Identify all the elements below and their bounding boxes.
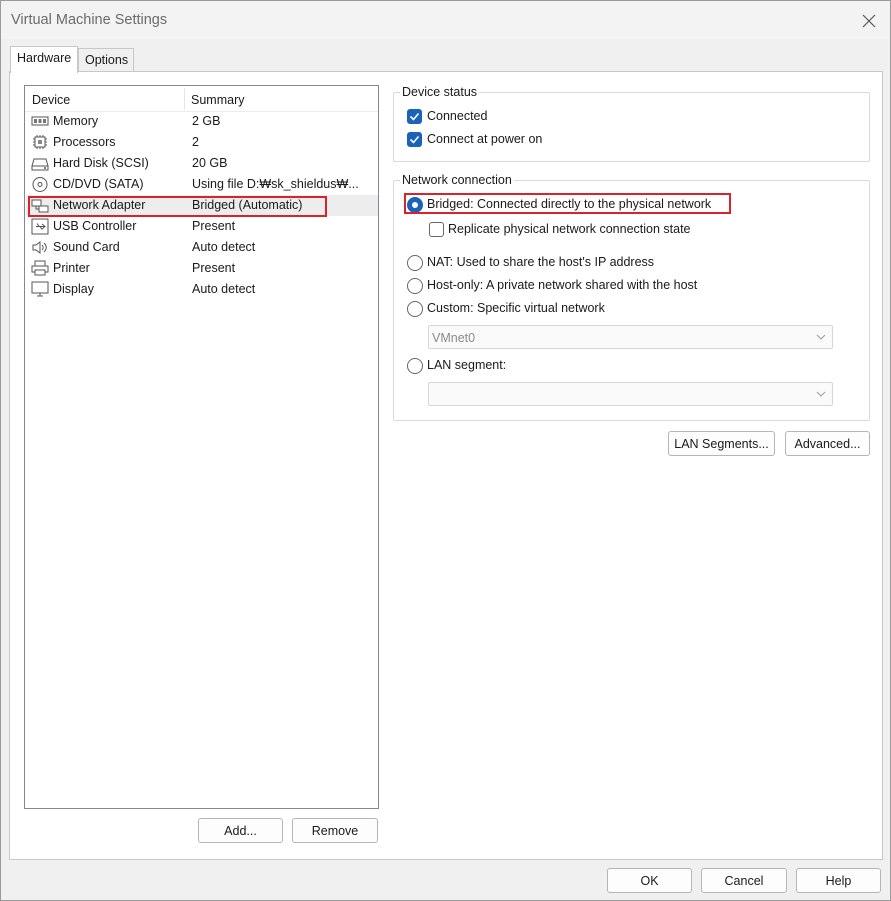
chevron-down-icon (816, 334, 826, 340)
connect-at-power-on-checkbox[interactable] (407, 132, 422, 147)
device-summary: Bridged (Automatic) (192, 198, 303, 212)
column-header-device[interactable]: Device (32, 93, 70, 107)
lan-segments-button[interactable]: LAN Segments... (668, 431, 775, 456)
device-summary: 20 GB (192, 156, 228, 170)
device-name: Printer (53, 261, 90, 275)
device-summary: Auto detect (192, 282, 256, 296)
network-adapter-icon (31, 199, 49, 213)
device-row-cd-dvd[interactable]: CD/DVD (SATA) Using file D:₩sk_shieldus₩… (26, 174, 378, 195)
cancel-button[interactable]: Cancel (701, 868, 787, 893)
usb-icon (31, 218, 49, 235)
device-row-network-adapter[interactable]: Network Adapter Bridged (Automatic) (26, 195, 378, 216)
checkmark-icon (409, 112, 420, 121)
device-row-printer[interactable]: Printer Present (26, 258, 378, 279)
device-status-title: Device status (400, 85, 480, 99)
host-only-label[interactable]: Host-only: A private network shared with… (427, 278, 697, 292)
help-button[interactable]: Help (796, 868, 881, 893)
network-connection-title: Network connection (400, 173, 514, 187)
title-bar: Virtual Machine Settings (1, 1, 890, 39)
speaker-icon (32, 241, 47, 254)
hard-disk-icon (31, 158, 49, 171)
replicate-checkbox[interactable] (429, 222, 444, 237)
nat-radio[interactable] (407, 255, 423, 271)
replicate-label[interactable]: Replicate physical network connection st… (448, 222, 691, 236)
display-icon (31, 281, 49, 297)
device-list[interactable]: Device Summary Memory 2 GB Processors 2 … (24, 85, 379, 809)
close-button[interactable] (858, 10, 880, 32)
device-name: Network Adapter (53, 198, 146, 212)
nat-label[interactable]: NAT: Used to share the host's IP address (427, 255, 654, 269)
vm-settings-window: Virtual Machine Settings Hardware Option… (0, 0, 891, 901)
device-summary: Present (192, 261, 236, 275)
device-name: USB Controller (53, 219, 137, 233)
bridged-label[interactable]: Bridged: Connected directly to the physi… (427, 197, 711, 211)
device-summary: Present (192, 219, 236, 233)
custom-label[interactable]: Custom: Specific virtual network (427, 301, 605, 315)
chevron-down-icon (816, 391, 826, 397)
bridged-radio[interactable] (407, 197, 423, 213)
device-name: Sound Card (53, 240, 120, 254)
column-separator[interactable] (184, 88, 185, 110)
device-row-processors[interactable]: Processors 2 (26, 132, 378, 153)
memory-icon (31, 116, 49, 126)
device-row-memory[interactable]: Memory 2 GB (26, 111, 378, 132)
device-name: Memory (53, 114, 99, 128)
device-status-group: Device status Connected Connect at power… (393, 85, 870, 162)
remove-button[interactable]: Remove (292, 818, 378, 843)
device-row-hard-disk[interactable]: Hard Disk (SCSI) 20 GB (26, 153, 378, 174)
connect-at-power-on-label[interactable]: Connect at power on (427, 132, 542, 146)
close-icon (862, 14, 876, 28)
column-header-summary[interactable]: Summary (191, 93, 244, 107)
connected-checkbox[interactable] (407, 109, 422, 124)
device-summary: 2 (192, 135, 199, 149)
device-summary: Auto detect (192, 240, 256, 254)
lan-segment-label[interactable]: LAN segment: (427, 358, 506, 372)
device-name: CD/DVD (SATA) (53, 177, 144, 191)
window-title: Virtual Machine Settings (11, 12, 168, 28)
connected-label[interactable]: Connected (427, 109, 487, 123)
add-button[interactable]: Add... (198, 818, 283, 843)
tab-hardware[interactable]: Hardware (10, 46, 78, 73)
checkmark-icon (409, 135, 420, 144)
device-row-sound-card[interactable]: Sound Card Auto detect (26, 237, 378, 258)
ok-button[interactable]: OK (607, 868, 692, 893)
network-connection-group: Network connection Bridged: Connected di… (393, 173, 870, 421)
processor-icon (33, 135, 47, 149)
list-header: Device Summary (25, 86, 378, 112)
device-row-display[interactable]: Display Auto detect (26, 279, 378, 300)
cd-dvd-icon (32, 177, 48, 192)
custom-network-dropdown[interactable]: VMnet0 (428, 325, 833, 349)
custom-radio[interactable] (407, 301, 423, 317)
device-name: Display (53, 282, 94, 296)
lan-segment-dropdown[interactable] (428, 382, 833, 406)
device-name: Hard Disk (SCSI) (53, 156, 149, 170)
device-name: Processors (53, 135, 116, 149)
tab-options[interactable]: Options (78, 48, 134, 72)
device-summary: 2 GB (192, 114, 221, 128)
printer-icon (31, 260, 49, 276)
custom-network-value: VMnet0 (432, 331, 476, 345)
advanced-button[interactable]: Advanced... (785, 431, 870, 456)
host-only-radio[interactable] (407, 278, 423, 294)
device-summary: Using file D:₩sk_shieldus₩... (192, 177, 359, 191)
lan-segment-radio[interactable] (407, 358, 423, 374)
device-row-usb-controller[interactable]: USB Controller Present (26, 216, 378, 237)
hardware-tab-panel: Device Summary Memory 2 GB Processors 2 … (9, 71, 883, 860)
